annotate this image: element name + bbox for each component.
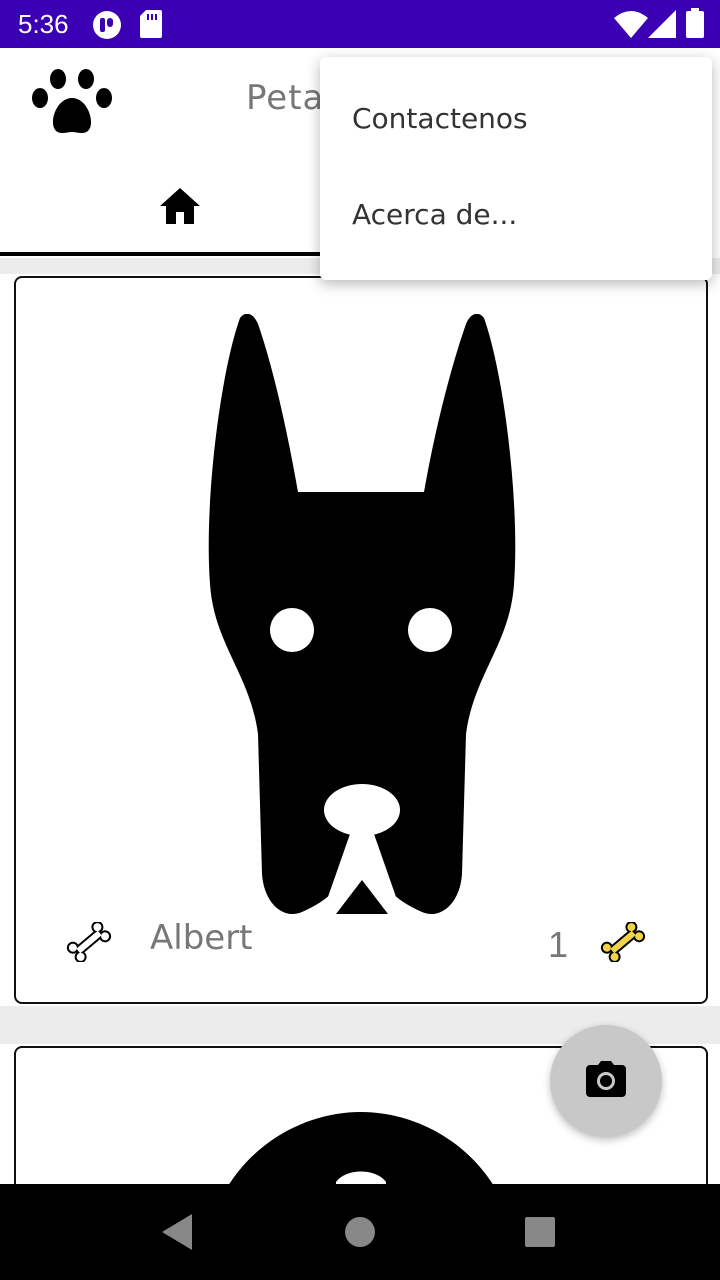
tab-indicator — [0, 252, 360, 256]
wifi-icon — [614, 10, 648, 42]
home-icon — [160, 188, 200, 228]
recents-icon[interactable] — [524, 1216, 556, 1252]
likes-count: 1 — [548, 924, 569, 965]
bone-outline-icon[interactable] — [66, 921, 112, 966]
signal-icon — [648, 10, 676, 42]
camera-icon — [586, 1061, 626, 1097]
card-container: Albert 1 — [0, 274, 720, 1006]
camera-fab[interactable] — [550, 1025, 662, 1137]
app-title: Peta — [246, 78, 325, 118]
home-circle-icon[interactable] — [344, 1216, 376, 1252]
pet-card[interactable]: Albert 1 — [14, 276, 708, 1004]
overflow-menu: Contactenos Acerca de... — [320, 57, 712, 280]
back-icon[interactable] — [162, 1214, 194, 1254]
menu-item-acerca-de[interactable]: Acerca de... — [320, 167, 712, 263]
mastodon-like-icon — [92, 10, 122, 44]
system-nav-bar — [0, 1184, 720, 1280]
bone-yellow-icon — [600, 921, 646, 966]
status-bar: 5:36 — [0, 0, 720, 48]
menu-item-contactenos[interactable]: Contactenos — [320, 71, 712, 167]
status-time: 5:36 — [18, 9, 69, 39]
battery-icon — [686, 8, 704, 42]
tab-home[interactable] — [0, 160, 360, 256]
pet-name: Albert — [150, 918, 253, 958]
sd-card-icon — [140, 10, 162, 42]
doberman-icon — [204, 313, 518, 922]
paw-icon — [30, 68, 114, 140]
